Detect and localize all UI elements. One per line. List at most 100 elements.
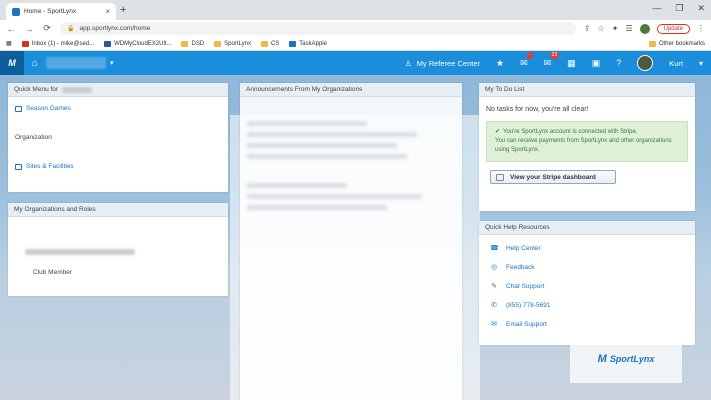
- quick-menu-title: Quick Menu for: [14, 86, 59, 93]
- new-tab-button[interactable]: +: [120, 4, 126, 16]
- chrome-menu-icon[interactable]: ⋮: [697, 24, 705, 33]
- feedback-icon: ◎: [490, 264, 498, 271]
- share-icon[interactable]: ⇪: [584, 24, 591, 33]
- calendar-icon[interactable]: ▦: [567, 58, 576, 69]
- announcements-card: Announcements From My Organizations: [240, 83, 462, 400]
- chat-support-link[interactable]: ✎ Chat Support: [490, 282, 688, 291]
- my-orgs-header: My Organizations and Roles: [8, 203, 228, 217]
- apps-icon[interactable]: ▦: [6, 40, 12, 47]
- bookmark-label: SportLynx: [224, 40, 251, 47]
- chevron-down-icon[interactable]: ▾: [110, 59, 114, 67]
- user-name[interactable]: Kurt: [669, 59, 683, 68]
- mail-badge: 23: [549, 51, 560, 59]
- referee-center-link[interactable]: ♙ My Referee Center: [405, 59, 480, 68]
- user-avatar[interactable]: [637, 55, 654, 71]
- stripe-dashboard-button[interactable]: View your Stripe dashboard: [490, 170, 616, 184]
- announcement-body-blurred: [247, 143, 397, 148]
- bookmark-label: Other bookmarks: [658, 40, 705, 47]
- sportlynx-brand-logo: M SportLynx: [570, 335, 682, 383]
- browser-toolbar: ← → ⟳ 🔒 app.sportlynx.com/home ⇪ ☆ ✦ ☰ U…: [0, 20, 711, 37]
- brand-wordmark: SportLynx: [609, 354, 655, 364]
- todo-card: My To Do List No tasks for now, you're a…: [479, 83, 695, 211]
- map-icon: [15, 163, 22, 170]
- url-text: app.sportlynx.com/home: [79, 25, 151, 32]
- season-games-link[interactable]: Season Games: [15, 105, 221, 112]
- organization-selector[interactable]: [46, 57, 107, 69]
- browser-tab[interactable]: Home - SportLynx ×: [6, 3, 116, 20]
- org-name-redacted: [25, 249, 135, 255]
- quick-menu-card: Quick Menu for Season Games Organization…: [8, 83, 228, 192]
- bookmark-wdmycloud[interactable]: WDMyCloudEX2Ult...: [104, 40, 172, 47]
- sites-facilities-label: Sites & Facilities: [26, 163, 74, 170]
- browser-titlebar: Home - SportLynx × + — ❐ ✕: [0, 0, 711, 20]
- update-button[interactable]: Update: [656, 23, 690, 34]
- help-center-icon: ☎: [490, 245, 499, 252]
- announcement-body-blurred: [247, 132, 417, 137]
- calendar-list-icon: [15, 105, 22, 112]
- phone-icon: ✆: [491, 302, 497, 309]
- alert-line-1: You're SportLynx account is connected wi…: [503, 129, 638, 135]
- notifications-icon[interactable]: ✉ ·: [520, 51, 533, 69]
- bookmark-taskapple[interactable]: TaskApple: [289, 40, 327, 47]
- referee-center-label: My Referee Center: [416, 58, 480, 68]
- bookmark-label: WDMyCloudEX2Ult...: [114, 40, 172, 47]
- close-window-icon[interactable]: ✕: [697, 3, 705, 14]
- bookmark-other[interactable]: Other bookmarks: [648, 40, 705, 47]
- bookmark-inbox[interactable]: Inbox (1) - mike@sed...: [21, 40, 94, 47]
- announcement-title-blurred: [247, 183, 347, 188]
- messages-icon[interactable]: ✉ 23: [544, 51, 560, 69]
- favorites-star-icon[interactable]: ★: [496, 58, 504, 69]
- todo-header: My To Do List: [479, 83, 695, 97]
- app-navbar: M ⌂ ▾ ♙ My Referee Center ★ ✉ · ✉ 23 ▦ ▣ ?…: [0, 51, 711, 75]
- announcement-body-blurred: [247, 194, 422, 199]
- home-icon[interactable]: ⌂: [32, 58, 38, 69]
- reload-button[interactable]: ⟳: [42, 23, 52, 34]
- notification-badge: ·: [526, 51, 533, 59]
- bookmark-label: CS: [270, 40, 280, 47]
- sportlynx-logo[interactable]: M: [0, 51, 24, 75]
- email-support-link[interactable]: ✉ Email Support: [490, 320, 688, 329]
- bookmarks-bar: ▦ Inbox (1) - mike@sed... WDMyCloudEX2Ul…: [0, 37, 711, 51]
- forward-button[interactable]: →: [24, 24, 34, 34]
- folder-icon: [214, 40, 222, 47]
- restore-icon[interactable]: ❐: [675, 3, 683, 14]
- profile-avatar[interactable]: [639, 23, 650, 34]
- phone-link[interactable]: ✆ (855) 778-5691: [490, 301, 688, 310]
- bookmark-sportlynx[interactable]: SportLynx: [214, 40, 251, 47]
- help-icon[interactable]: ?: [616, 58, 621, 68]
- sportlynx-favicon-icon: [12, 7, 20, 16]
- check-icon: ✔: [495, 129, 501, 135]
- minimize-icon[interactable]: —: [652, 3, 661, 14]
- folder-icon: [648, 40, 656, 47]
- alert-line-2: You can receive payments from SportLynx …: [495, 138, 672, 153]
- stripe-dashboard-label: View your Stripe dashboard: [510, 173, 596, 181]
- chat-icon: ✎: [491, 283, 497, 290]
- help-center-link[interactable]: ☎ Help Center: [490, 244, 688, 253]
- reading-list-icon[interactable]: ☰: [625, 24, 632, 33]
- back-button[interactable]: ←: [6, 24, 16, 34]
- lock-icon: 🔒: [67, 26, 75, 32]
- announcement-body-blurred: [247, 154, 407, 159]
- star-bookmark-icon[interactable]: ☆: [598, 24, 605, 33]
- user-menu-chevron-icon[interactable]: ▾: [699, 59, 703, 68]
- bookmark-label: DSD: [191, 40, 205, 47]
- inbox-icon[interactable]: ▣: [592, 58, 601, 69]
- sites-facilities-link[interactable]: Sites & Facilities: [15, 163, 221, 170]
- help-center-label: Help Center: [506, 244, 541, 252]
- gmail-icon: [21, 40, 29, 47]
- org-name-redacted: [62, 86, 93, 93]
- role-label: Club Member: [33, 269, 73, 276]
- tab-title: Home - SportLynx: [24, 8, 77, 15]
- chat-support-label: Chat Support: [506, 282, 545, 290]
- feedback-link[interactable]: ◎ Feedback: [490, 263, 688, 272]
- referee-icon: ♙: [404, 58, 412, 68]
- tab-close-icon[interactable]: ×: [105, 7, 110, 16]
- stripe-connected-alert: ✔ You're SportLynx account is connected w…: [486, 121, 688, 162]
- bookmark-dsd[interactable]: DSD: [181, 40, 205, 47]
- todo-empty-text: No tasks for now, you're all clear!: [486, 106, 589, 113]
- address-bar[interactable]: 🔒 app.sportlynx.com/home: [60, 22, 576, 35]
- extensions-icon[interactable]: ✦: [612, 24, 619, 33]
- organization-label: Organization: [15, 134, 52, 141]
- quick-help-header: Quick Help Resources: [479, 221, 695, 235]
- bookmark-cs[interactable]: CS: [260, 40, 280, 47]
